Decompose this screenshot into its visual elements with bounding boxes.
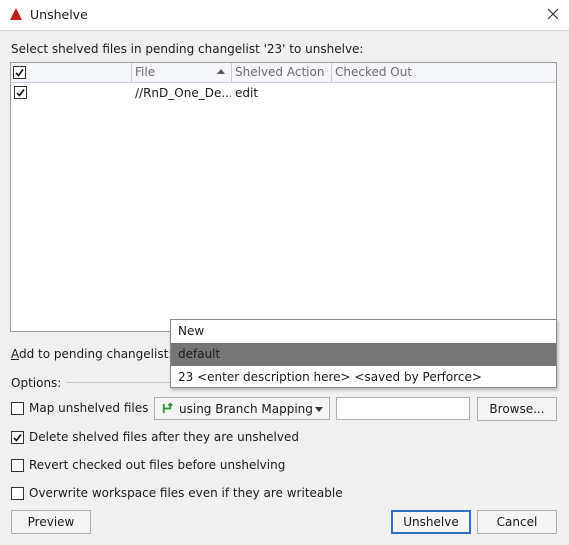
options-divider [66, 382, 176, 383]
revert-checkbox[interactable] [11, 458, 24, 472]
preview-button[interactable]: Preview [11, 510, 91, 534]
select-all-checkbox[interactable] [13, 66, 26, 79]
column-header-shelved-action[interactable]: Shelved Action [232, 63, 332, 83]
revert-option[interactable]: Revert checked out files before unshelvi… [11, 458, 285, 472]
cancel-button[interactable]: Cancel [477, 510, 557, 534]
map-unshelved-checkbox[interactable] [11, 401, 24, 415]
mapping-name-input[interactable] [336, 397, 470, 420]
chevron-down-icon [315, 407, 323, 412]
row-checked-out [335, 84, 455, 102]
overwrite-checkbox[interactable] [11, 486, 24, 500]
map-unshelved-option[interactable]: Map unshelved files [11, 401, 148, 415]
close-icon[interactable] [540, 2, 566, 26]
changelist-dropdown-list[interactable]: New default 23 <enter description here> … [170, 319, 557, 388]
row-shelved-action: edit [235, 86, 259, 100]
unshelve-button[interactable]: Unshelve [391, 510, 471, 534]
changelist-label: Add to pending changelist: [11, 347, 173, 361]
delete-shelved-option[interactable]: Delete shelved files after they are unsh… [11, 430, 299, 444]
table-header: File Shelved Action Checked Out [11, 63, 556, 83]
mapping-method-value: using Branch Mapping [179, 401, 313, 416]
delete-shelved-checkbox[interactable] [11, 430, 24, 444]
table-row[interactable]: //RnD_One_De... edit [11, 84, 556, 102]
overwrite-option[interactable]: Overwrite workspace files even if they a… [11, 486, 343, 500]
row-checkbox[interactable] [14, 86, 27, 99]
perforce-warning-icon [9, 7, 23, 21]
revert-label: Revert checked out files before unshelvi… [29, 458, 286, 472]
column-header-file[interactable]: File [132, 63, 232, 83]
select-files-label: Select shelved files in pending changeli… [11, 42, 364, 56]
row-file: //RnD_One_De... [135, 86, 231, 100]
changelist-option-23[interactable]: 23 <enter description here> <saved by Pe… [171, 366, 556, 389]
changelist-option-new[interactable]: New [171, 320, 556, 343]
shelved-files-table[interactable]: File Shelved Action Checked Out //RnD_On… [10, 62, 557, 332]
browse-button[interactable]: Browse... [477, 397, 557, 421]
window-title: Unshelve [30, 7, 88, 22]
column-header-select[interactable] [11, 63, 132, 83]
sort-ascending-icon [217, 69, 225, 74]
delete-shelved-label: Delete shelved files after they are unsh… [29, 430, 299, 444]
column-header-checked-out[interactable]: Checked Out [332, 63, 452, 83]
branch-icon [162, 402, 173, 414]
changelist-option-default[interactable]: default [171, 343, 556, 366]
options-legend: Options: [11, 376, 62, 390]
map-unshelved-label: Map unshelved files [29, 401, 149, 415]
overwrite-label: Overwrite workspace files even if they a… [29, 486, 343, 500]
mapping-method-select[interactable]: using Branch Mapping [154, 397, 330, 420]
